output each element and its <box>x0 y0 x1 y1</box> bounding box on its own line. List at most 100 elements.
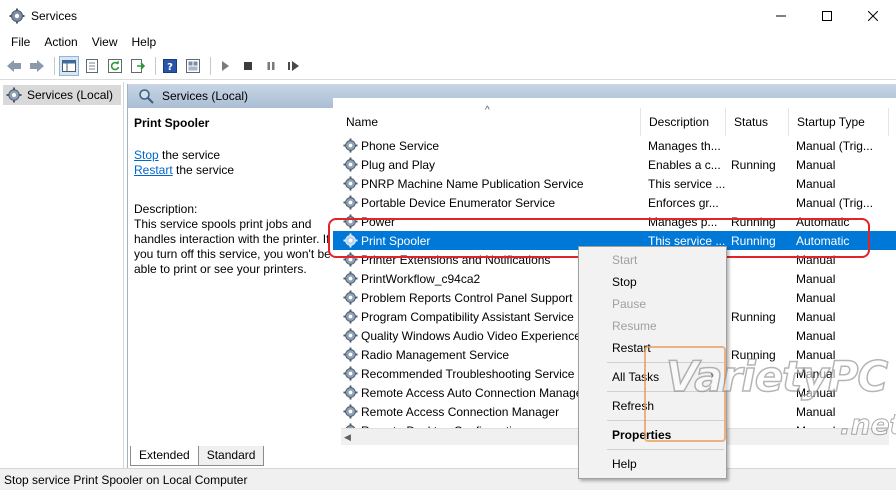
service-startup-cell: Manual <box>796 347 836 362</box>
service-name-cell: Phone Service <box>333 138 641 153</box>
ctx-stop[interactable]: Stop <box>579 271 726 292</box>
service-startup-cell: Manual <box>796 385 836 400</box>
ctx-properties[interactable]: Properties <box>579 424 726 445</box>
service-startup-cell: Manual <box>796 328 836 343</box>
forward-button[interactable] <box>27 56 47 76</box>
table-row[interactable]: Plug and Play Enables a c... Running Manual <box>333 155 896 174</box>
service-name: PrintWorkflow_c94ca2 <box>361 271 481 286</box>
ctx-refresh[interactable]: Refresh <box>579 395 726 416</box>
menu-view[interactable]: View <box>85 35 125 49</box>
menu-help[interactable]: Help <box>125 35 164 49</box>
service-name: Phone Service <box>361 138 440 153</box>
service-gear-icon <box>343 328 358 343</box>
help-icon: ? <box>163 59 177 73</box>
service-name-cell: PNRP Machine Name Publication Service <box>333 176 641 191</box>
tab-standard[interactable]: Standard <box>197 446 265 466</box>
stop-suffix: the service <box>158 148 221 162</box>
service-description-cell: Manages th... <box>648 138 721 153</box>
column-header-startup-type[interactable]: Startup Type <box>789 108 889 136</box>
restart-service-link[interactable]: Restart <box>134 163 173 177</box>
sort-ascending-icon: ^ <box>485 105 490 116</box>
restart-suffix: the service <box>172 163 235 177</box>
service-gear-icon <box>343 271 358 286</box>
stop-line: Stop the service <box>134 148 322 163</box>
console-tree: Services (Local) <box>0 82 124 468</box>
service-startup-cell: Manual <box>796 176 836 191</box>
service-gear-icon <box>343 385 358 400</box>
column-headers: ^ Name Description Status Startup Type <box>333 105 896 136</box>
ctx-all-tasks-label: All Tasks <box>612 369 660 384</box>
service-description-cell: This service ... <box>648 176 726 191</box>
export-button[interactable] <box>128 56 148 76</box>
magnifier-icon <box>139 89 154 104</box>
ctx-separator <box>607 449 724 450</box>
pause-service-button[interactable] <box>261 56 281 76</box>
extended-description-pane: Print Spooler Stop the service Restart t… <box>128 108 331 446</box>
view-tabs: Extended Standard <box>130 446 265 466</box>
scroll-left-icon[interactable]: ◀ <box>344 432 351 443</box>
refresh-button[interactable] <box>105 56 125 76</box>
service-description-cell: Enables a c... <box>648 157 721 172</box>
menu-file[interactable]: File <box>4 35 37 49</box>
service-name: Remote Access Connection Manager <box>361 404 560 419</box>
tree-item-services-local[interactable]: Services (Local) <box>3 85 121 105</box>
restart-line: Restart the service <box>134 163 322 178</box>
ctx-start[interactable]: Start <box>579 249 726 270</box>
export-icon <box>131 59 145 73</box>
back-button[interactable] <box>4 56 24 76</box>
maximize-button[interactable] <box>804 0 850 31</box>
service-name-cell: Plug and Play <box>333 157 641 172</box>
chevron-right-icon: › <box>710 370 714 382</box>
ctx-restart[interactable]: Restart <box>579 337 726 358</box>
console-view-icon <box>186 59 200 73</box>
menu-action[interactable]: Action <box>37 35 84 49</box>
minimize-icon <box>776 15 786 16</box>
minimize-button[interactable] <box>758 0 804 31</box>
title-bar: Services <box>0 0 896 31</box>
show-hide-tree-button[interactable] <box>59 56 79 76</box>
description-label: Description: <box>134 202 198 216</box>
toolbar-separator <box>155 57 156 75</box>
service-status-cell: Running <box>731 157 776 172</box>
toolbar-separator <box>54 57 55 75</box>
stop-service-link[interactable]: Stop <box>134 148 159 162</box>
table-row[interactable]: PNRP Machine Name Publication Service Thi… <box>333 174 896 193</box>
column-header-description[interactable]: Description <box>641 108 726 136</box>
ctx-separator <box>607 391 724 392</box>
service-status-cell: Running <box>731 309 776 324</box>
service-gear-icon <box>343 366 358 381</box>
table-row[interactable]: Portable Device Enumerator Service Enforc… <box>333 193 896 212</box>
ctx-help[interactable]: Help <box>579 453 726 474</box>
column-header-status[interactable]: Status <box>726 108 789 136</box>
status-text: Stop service Print Spooler on Local Comp… <box>4 472 248 487</box>
service-gear-icon <box>343 195 358 210</box>
service-gear-icon <box>343 176 358 191</box>
status-bar: Stop service Print Spooler on Local Comp… <box>0 468 896 490</box>
stop-service-button[interactable] <box>238 56 258 76</box>
service-startup-cell: Manual <box>796 157 836 172</box>
window-title: Services <box>31 8 78 23</box>
console-view-button[interactable] <box>183 56 203 76</box>
help-button[interactable]: ? <box>160 56 180 76</box>
start-service-button[interactable] <box>215 56 235 76</box>
ctx-resume[interactable]: Resume <box>579 315 726 336</box>
start-service-icon <box>222 61 229 71</box>
table-row[interactable]: Phone Service Manages th... Manual (Trig..… <box>333 136 896 155</box>
restart-service-button[interactable] <box>284 56 304 76</box>
service-status-cell: Running <box>731 347 776 362</box>
service-gear-icon <box>343 309 358 324</box>
service-gear-icon <box>343 347 358 362</box>
close-icon <box>868 10 878 21</box>
properties-button[interactable] <box>82 56 102 76</box>
tab-extended[interactable]: Extended <box>130 446 199 466</box>
service-name: Quality Windows Audio Video Experience <box>361 328 581 343</box>
service-startup-cell: Manual (Trig... <box>796 195 873 210</box>
service-name: Remote Access Auto Connection Manager <box>361 385 587 400</box>
back-icon <box>7 60 21 72</box>
ctx-all-tasks[interactable]: All Tasks › <box>579 366 726 387</box>
close-button[interactable] <box>850 0 896 31</box>
ctx-pause[interactable]: Pause <box>579 293 726 314</box>
toolbar: ? <box>0 53 896 80</box>
stop-service-icon <box>244 62 252 70</box>
service-gear-icon <box>343 290 358 305</box>
